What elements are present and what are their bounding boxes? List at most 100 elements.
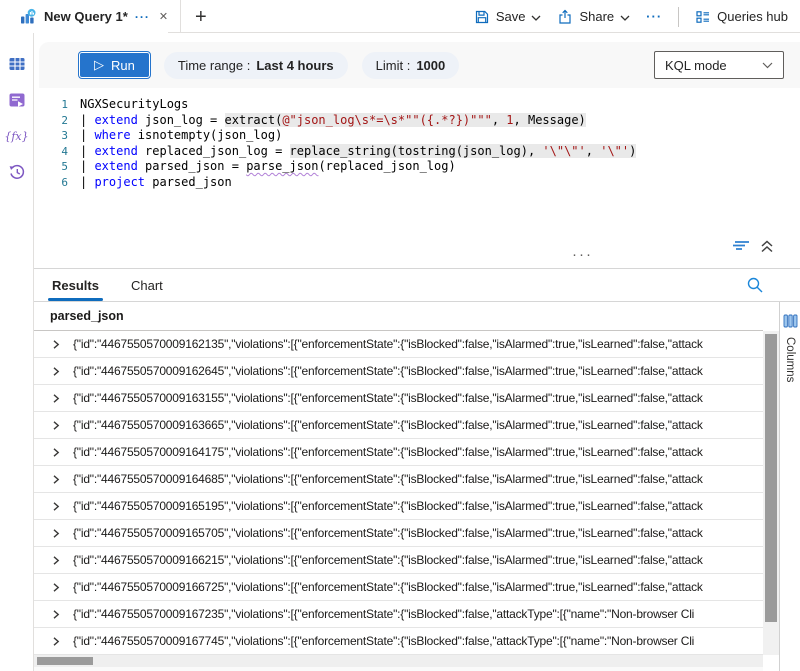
- run-button[interactable]: ▷ Run: [79, 52, 150, 78]
- tab-more-icon[interactable]: ···: [135, 10, 150, 24]
- expand-chevron-icon[interactable]: [51, 609, 61, 620]
- table-row[interactable]: {"id":"4467550570009167235","violations"…: [34, 601, 763, 628]
- functions-icon[interactable]: {fx}: [8, 127, 26, 145]
- code-line[interactable]: 4 | extend replaced_json_log = replace_st…: [34, 144, 800, 160]
- kql-mode-select[interactable]: KQL mode: [654, 51, 784, 79]
- query-editor-icon[interactable]: [8, 91, 26, 109]
- query-tab[interactable]: New Query 1* ··· ✕: [7, 0, 181, 33]
- share-button[interactable]: Share: [557, 9, 630, 25]
- vertical-scrollbar-thumb[interactable]: [765, 334, 777, 622]
- line-number: 3: [34, 128, 68, 144]
- table-row[interactable]: {"id":"4467550570009164175","violations"…: [34, 439, 763, 466]
- save-button[interactable]: Save: [474, 9, 542, 25]
- columns-panel-toggle[interactable]: Columns: [779, 302, 800, 671]
- code-lines: 1NGXSecurityLogs 2| extend json_log = ex…: [34, 97, 800, 190]
- row-json-text: {"id":"4467550570009165195","violations"…: [73, 499, 703, 513]
- expand-chevron-icon[interactable]: [51, 474, 61, 485]
- code-token: parsed_json =: [138, 159, 246, 173]
- query-editor[interactable]: 1NGXSecurityLogs 2| extend json_log = ex…: [34, 88, 800, 239]
- code-line[interactable]: 5 | extend parsed_json = parse_json(repla…: [34, 159, 800, 175]
- expand-chevron-icon[interactable]: [51, 636, 61, 647]
- code-token: '\"': [600, 144, 629, 158]
- history-icon[interactable]: [8, 163, 26, 181]
- code-token: ,: [492, 113, 506, 127]
- vertical-scrollbar[interactable]: [763, 331, 779, 655]
- adx-app-icon: [19, 8, 37, 26]
- bottom-filler: [34, 667, 763, 671]
- kql-mode-value: KQL mode: [665, 58, 727, 73]
- horizontal-scrollbar[interactable]: [34, 655, 763, 667]
- time-range-value: Last 4 hours: [256, 58, 333, 73]
- row-json-text: {"id":"4467550570009162645","violations"…: [73, 364, 703, 378]
- chevron-down-icon: [620, 15, 630, 21]
- table-row[interactable]: {"id":"4467550570009167745","violations"…: [34, 628, 763, 655]
- results-panel: Results Chart parsed_json {"id":"4467550…: [34, 268, 800, 671]
- line-number: 6: [34, 175, 68, 191]
- expand-chevron-icon[interactable]: [51, 555, 61, 566]
- expand-chevron-icon[interactable]: [51, 501, 61, 512]
- limit-label: Limit :: [376, 58, 411, 73]
- save-label: Save: [496, 9, 526, 24]
- code-token: 1: [506, 113, 513, 127]
- code-text: | extend replaced_json_log = replace_str…: [80, 144, 636, 160]
- code-token: '\"\"': [542, 144, 585, 158]
- tables-icon[interactable]: [8, 55, 26, 73]
- table-row[interactable]: {"id":"4467550570009166725","violations"…: [34, 574, 763, 601]
- queries-hub-button[interactable]: Queries hub: [695, 9, 788, 25]
- expand-chevron-icon[interactable]: [51, 528, 61, 539]
- table-row[interactable]: {"id":"4467550570009163155","violations"…: [34, 385, 763, 412]
- code-token: ,: [586, 144, 600, 158]
- tab-chart[interactable]: Chart: [129, 269, 165, 301]
- tab-close-icon[interactable]: ✕: [159, 10, 168, 23]
- expand-chevron-icon[interactable]: [51, 366, 61, 377]
- table-row[interactable]: {"id":"4467550570009164685","violations"…: [34, 466, 763, 493]
- expand-chevron-icon[interactable]: [51, 339, 61, 350]
- table-row[interactable]: {"id":"4467550570009162645","violations"…: [34, 358, 763, 385]
- splitter-handle[interactable]: ···: [572, 246, 593, 263]
- code-line[interactable]: 2| extend json_log = extract(@"json_log\…: [34, 113, 800, 129]
- tab-title: New Query 1*: [44, 9, 128, 24]
- table-row[interactable]: {"id":"4467550570009165705","violations"…: [34, 520, 763, 547]
- code-token: parse_json: [246, 159, 318, 173]
- code-text: | where isnotempty(json_log): [80, 128, 282, 144]
- column-header-parsed-json[interactable]: parsed_json: [34, 302, 763, 331]
- new-tab-button[interactable]: +: [195, 7, 207, 27]
- code-token: ): [629, 144, 636, 158]
- divider: [678, 7, 679, 27]
- expand-chevron-icon[interactable]: [51, 420, 61, 431]
- code-line[interactable]: 6| project parsed_json: [34, 175, 800, 191]
- expand-chevron-icon[interactable]: [51, 393, 61, 404]
- time-range-picker[interactable]: Time range : Last 4 hours: [164, 52, 348, 79]
- search-icon[interactable]: [746, 276, 764, 299]
- format-lines-icon[interactable]: [732, 240, 750, 252]
- line-number: 5: [34, 159, 68, 175]
- code-text: | extend json_log = extract(@"json_log\s…: [80, 113, 586, 129]
- code-line[interactable]: 3 | where isnotempty(json_log): [34, 128, 800, 144]
- table-row[interactable]: {"id":"4467550570009166215","violations"…: [34, 547, 763, 574]
- limit-picker[interactable]: Limit : 1000: [362, 52, 460, 79]
- horizontal-scrollbar-thumb[interactable]: [37, 657, 93, 665]
- table-row[interactable]: {"id":"4467550570009163665","violations"…: [34, 412, 763, 439]
- table-row[interactable]: {"id":"4467550570009165195","violations"…: [34, 493, 763, 520]
- expand-chevron-icon[interactable]: [51, 582, 61, 593]
- more-actions-button[interactable]: ···: [646, 9, 662, 24]
- row-json-text: {"id":"4467550570009167745","violations"…: [73, 634, 694, 648]
- app-window: New Query 1* ··· ✕ + Save: [0, 0, 800, 671]
- tab-results[interactable]: Results: [50, 269, 101, 301]
- line-number: 4: [34, 144, 68, 160]
- row-json-text: {"id":"4467550570009163665","violations"…: [73, 418, 703, 432]
- code-token: project: [94, 175, 145, 189]
- expand-chevron-icon[interactable]: [51, 447, 61, 458]
- code-token: extend: [94, 159, 137, 173]
- code-line[interactable]: 1NGXSecurityLogs: [34, 97, 800, 113]
- share-label: Share: [579, 9, 614, 24]
- run-label: Run: [111, 58, 135, 73]
- code-token: json_log =: [138, 113, 225, 127]
- table-row[interactable]: {"id":"4467550570009162135","violations"…: [34, 331, 763, 358]
- code-text: | extend parsed_json = parse_json(replac…: [80, 159, 456, 175]
- row-json-text: {"id":"4467550570009164685","violations"…: [73, 472, 703, 486]
- code-token: parsed_json: [145, 175, 232, 189]
- panel-splitter[interactable]: ···: [34, 253, 800, 268]
- time-range-label: Time range :: [178, 58, 251, 73]
- collapse-editor-icon[interactable]: [760, 240, 774, 253]
